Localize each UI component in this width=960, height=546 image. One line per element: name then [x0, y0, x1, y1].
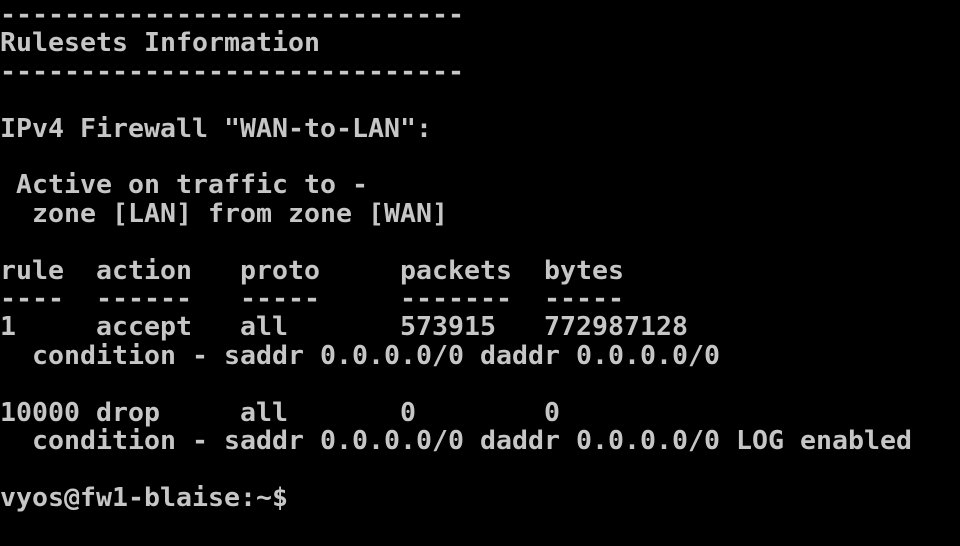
- table-row: 10000 drop all 0 0: [0, 397, 560, 428]
- table-header-underline: ---- ------ ----- ------- -----: [0, 284, 624, 314]
- terminal-screen[interactable]: ----------------------------- Rulesets I…: [0, 0, 960, 546]
- section-title: Rulesets Information: [0, 28, 320, 59]
- shell-prompt[interactable]: vyos@fw1-blaise:~$: [0, 484, 288, 512]
- rule-condition: condition - saddr 0.0.0.0/0 daddr 0.0.0.…: [0, 426, 912, 456]
- rule-condition: condition - saddr 0.0.0.0/0 daddr 0.0.0.…: [0, 340, 720, 371]
- separator-line-bottom: -----------------------------: [0, 56, 464, 87]
- table-header: rule action proto packets bytes: [0, 255, 624, 286]
- table-row: 1 accept all 573915 772987128: [0, 312, 688, 343]
- zone-text: zone [LAN] from zone [WAN]: [0, 198, 448, 229]
- separator-line-top: -----------------------------: [0, 0, 464, 30]
- active-on-text: Active on traffic to -: [0, 170, 368, 201]
- firewall-name: IPv4 Firewall "WAN-to-LAN":: [0, 113, 432, 144]
